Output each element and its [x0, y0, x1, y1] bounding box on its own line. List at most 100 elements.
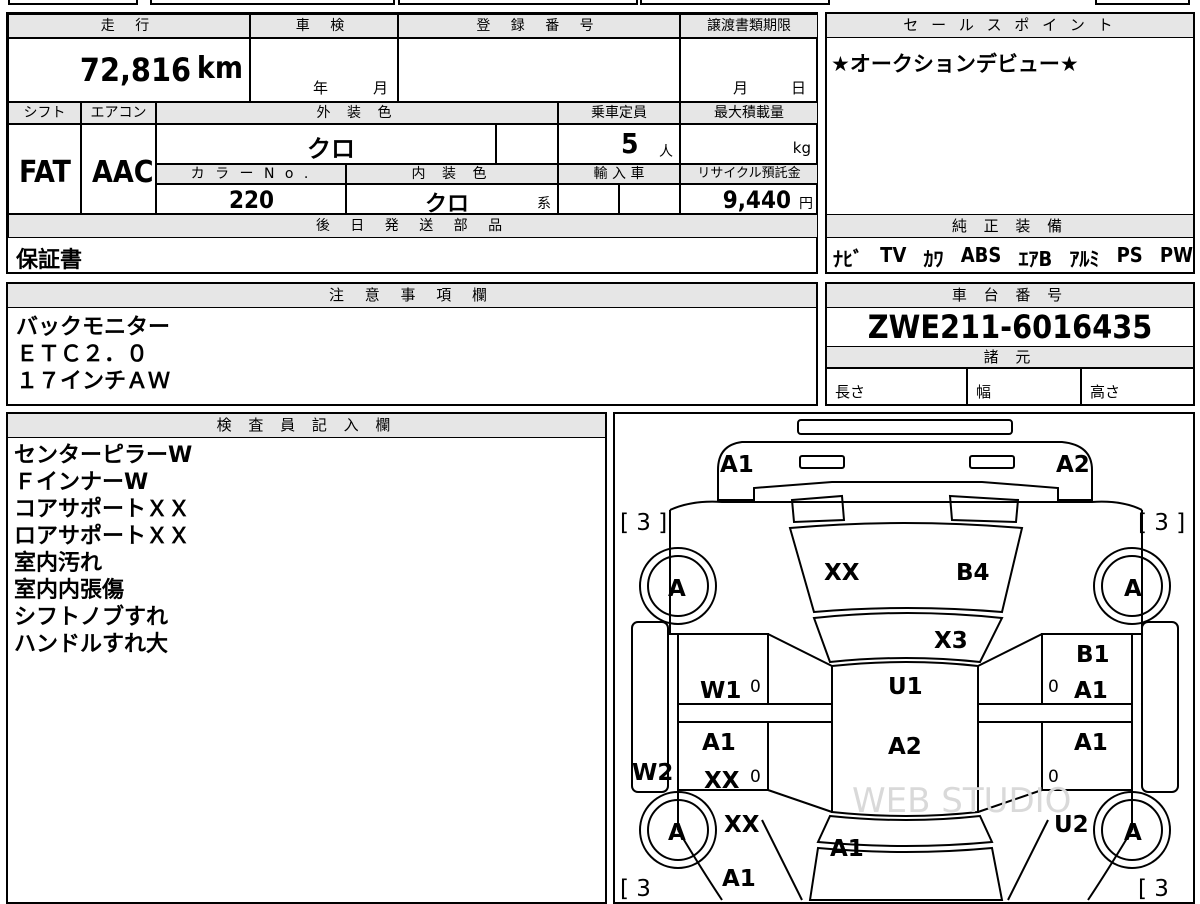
mark-zero-right-rear: 0	[1048, 767, 1059, 787]
mark-a1-trunk: A1	[830, 836, 864, 862]
recycle-unit: 円	[799, 196, 813, 212]
recycle-label: リサイクル預託金	[680, 164, 818, 184]
transfer-deadline-label: 譲渡書類期限	[680, 14, 818, 38]
car-diagram-box: WEB STUDIO A1 A2 [ 3 ] [ 3 ] XX B4 A A X…	[613, 412, 1195, 904]
inspector-box: 検 査 員 記 入 欄 センターピラーW ＦインナーW コアサポートＸＸ ロアサ…	[6, 412, 607, 904]
capacity-value: 5	[621, 127, 639, 160]
exterior-color-label: 外 装 色	[156, 102, 558, 124]
later-parts-label: 後 日 発 送 部 品	[8, 214, 818, 238]
inspection-label: 車 検	[250, 14, 398, 38]
equipment-abs: ABS	[960, 243, 1002, 267]
mark-a1-hidden: A1	[1102, 897, 1104, 899]
diagram-watermark: WEB STUDIO	[852, 781, 1071, 821]
width-cell: 幅	[967, 368, 1081, 404]
mark-a1-right-rear-door: A1	[1074, 730, 1108, 756]
deadline-month: 月	[733, 79, 749, 97]
mark-a1-front-left: A1	[720, 452, 754, 478]
mark-b1-right-front-door: B1	[1076, 642, 1110, 668]
mark-bracket-right-rear: [ 3	[1138, 876, 1169, 902]
mark-a2-roof: A2	[888, 734, 922, 760]
mark-bracket-left-front: [ 3 ]	[620, 510, 667, 536]
later-parts-value: 保証書	[16, 248, 83, 273]
sales-point-text: ★オークションデビュー★	[831, 52, 1079, 76]
inspector-line-6: 室内内張傷	[14, 578, 125, 603]
max-load-label: 最大積載量	[680, 102, 818, 124]
mark-bracket-left-rear: [ 3	[620, 876, 651, 902]
mileage-cell: 72,816 km	[8, 38, 250, 102]
equipment-pw: PW	[1159, 243, 1193, 267]
mark-u2-right-quarter: U2	[1054, 812, 1089, 838]
equipment-ps: PS	[1116, 243, 1143, 267]
mark-zero-left-front: 0	[750, 677, 761, 697]
equipment-leather: ｶﾜ	[923, 247, 944, 271]
max-load-unit: kg	[792, 139, 811, 157]
length-cell: 長さ	[827, 368, 967, 404]
interior-color-suffix: 系	[537, 196, 551, 212]
equipment-alloy: ｱﾙﾐ	[1069, 247, 1100, 271]
color-no-label: カ ラ ー N o .	[156, 164, 346, 184]
exterior-color-extra	[496, 124, 558, 164]
shift-value: FAT	[19, 155, 71, 190]
equipment-label: 純 正 装 備	[827, 214, 1193, 238]
shift-label: シフト	[8, 102, 81, 124]
inspector-line-8: ハンドルすれ大	[14, 632, 169, 657]
import-cell-b	[619, 184, 680, 214]
mark-a-wheel-front-left: A	[668, 576, 686, 602]
exterior-color-value: クロ	[307, 135, 355, 163]
mark-zero-left-rear: 0	[750, 767, 761, 787]
notes-line-1: バックモニター	[16, 315, 171, 340]
inspector-line-4: ロアサポートＸＸ	[14, 524, 191, 549]
mark-b4-hood: B4	[956, 560, 990, 586]
capacity-cell: 5 人	[558, 124, 680, 164]
import-label: 輸 入 車	[558, 164, 680, 184]
mark-xx-left-rear-door: XX	[704, 768, 740, 794]
mark-xx-left-quarter: XX	[724, 812, 760, 838]
interior-color-label: 内 装 色	[346, 164, 558, 184]
mark-x3-windshield: X3	[934, 628, 968, 654]
sales-point-label: セ ー ル ス ポ イ ン ト	[827, 14, 1193, 38]
chassis-value: ZWE211-6016435	[867, 308, 1153, 346]
interior-color-cell: クロ 系	[346, 184, 558, 217]
width-label: 幅	[976, 383, 992, 401]
specs-label: 諸 元	[827, 346, 1193, 368]
recycle-value: 9,440	[722, 186, 791, 214]
inspector-line-2: ＦインナーW	[14, 470, 149, 495]
notes-line-3: １７インチＡＷ	[16, 369, 171, 394]
capacity-unit: 人	[659, 144, 673, 160]
inspector-line-5: 室内汚れ	[14, 551, 103, 576]
registration-cell	[398, 38, 680, 102]
mark-u1-roof: U1	[888, 674, 923, 700]
capacity-label: 乗車定員	[558, 102, 680, 124]
recycle-cell: 9,440 円	[680, 184, 818, 214]
equipment-nav: ﾅﾋﾞ	[833, 247, 863, 271]
mark-a-wheel-rear-left: A	[668, 820, 686, 846]
max-load-cell: kg	[680, 124, 818, 164]
mileage-unit: km	[196, 51, 243, 86]
aircon-value: AAC	[92, 155, 154, 190]
mark-a1-left-rear-door: A1	[702, 730, 736, 756]
sales-point-box: セ ー ル ス ポ イ ン ト ★オークションデビュー★ 純 正 装 備 ﾅﾋﾞ…	[825, 12, 1195, 274]
mark-a1-rear-left: A1	[722, 866, 756, 892]
chassis-label: 車 台 番 号	[827, 284, 1193, 308]
mark-a2-front-right: A2	[1056, 452, 1090, 478]
mileage-label: 走 行	[8, 14, 250, 38]
deadline-cell: 月 日	[680, 38, 818, 102]
mark-bracket-right-front: [ 3 ]	[1138, 510, 1185, 536]
notes-box: 注 意 事 項 欄 バックモニター ＥＴＣ２．０ １７インチＡＷ	[6, 282, 818, 406]
chassis-box: 車 台 番 号 ZWE211-6016435 諸 元 長さ 幅 高さ	[825, 282, 1195, 406]
mark-w2-left-sill: W2	[632, 760, 673, 786]
mark-a1-right-front-door: A1	[1074, 678, 1108, 704]
equipment-list: ﾅﾋﾞ TV ｶﾜ ABS ｴｱB ｱﾙﾐ PS PW	[833, 243, 1193, 273]
mark-xx-hood: XX	[824, 560, 860, 586]
vehicle-info-table: 走 行 車 検 登 録 番 号 譲渡書類期限 72,816 km 年 月 月 日…	[6, 12, 818, 274]
inspection-cell: 年 月	[250, 38, 398, 102]
equipment-airbag: ｴｱB	[1018, 247, 1053, 271]
mark-zero-right-front: 0	[1048, 677, 1059, 697]
inspection-year: 年	[313, 79, 329, 97]
color-no-value: 220	[229, 186, 275, 214]
height-cell: 高さ	[1081, 368, 1193, 404]
import-cell-a	[558, 184, 619, 214]
length-label: 長さ	[835, 383, 866, 401]
aircon-cell: AAC	[81, 124, 156, 214]
inspector-line-3: コアサポートＸＸ	[14, 497, 191, 522]
